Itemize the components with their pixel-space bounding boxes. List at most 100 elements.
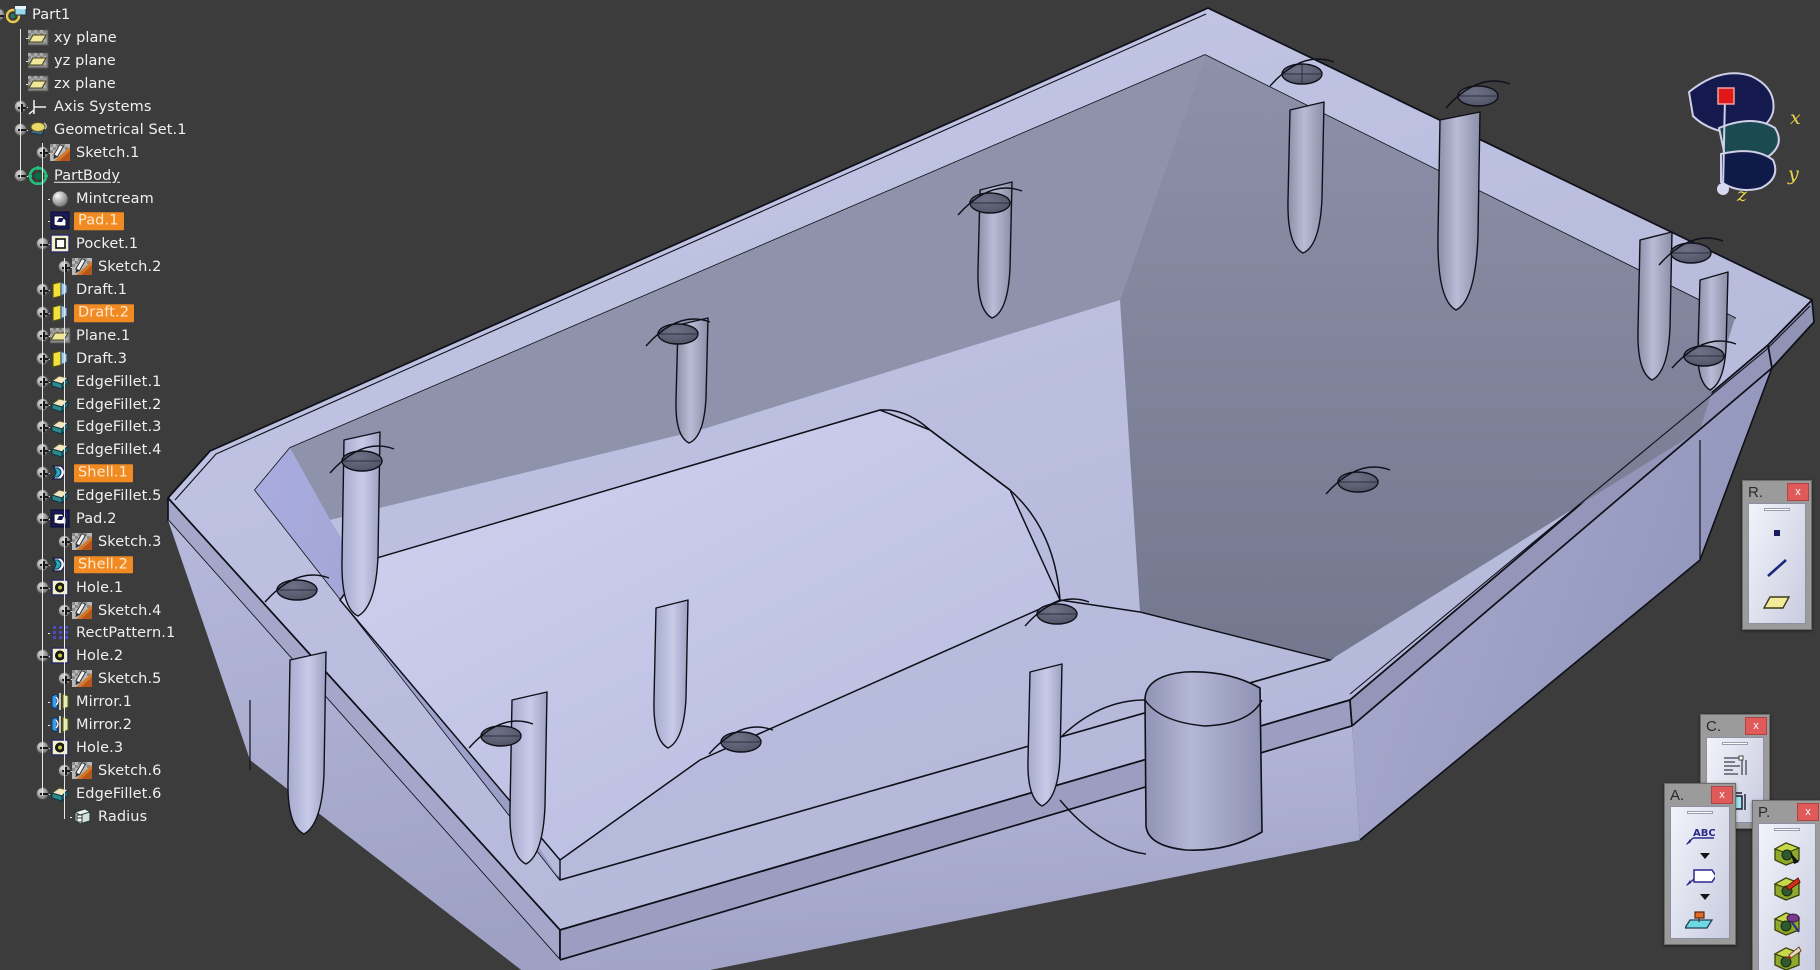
tree-item-rectpattern-1[interactable]: RectPattern.1: [0, 622, 235, 645]
part-icon: [5, 5, 27, 24]
tree-item-hole-2[interactable]: Hole.2: [0, 645, 235, 668]
drag-grip[interactable]: [1764, 508, 1790, 511]
tree-item-plane-1[interactable]: Plane.1: [0, 324, 235, 347]
tree-item-mirror-2[interactable]: Mirror.2: [0, 714, 235, 737]
tree-item-draft-1[interactable]: Draft.1: [0, 279, 235, 302]
tree-item-label: PartBody: [54, 167, 121, 184]
tree-item-label: EdgeFillet.6: [76, 785, 162, 802]
fillet-icon: [50, 784, 71, 803]
toolbar-reference-elements[interactable]: R. x: [1742, 480, 1812, 630]
tree-item-label: Pocket.1: [76, 236, 139, 253]
draft-icon: [50, 303, 71, 322]
toolbar-header[interactable]: A. x: [1665, 784, 1735, 806]
toolbar-title: A.: [1670, 786, 1685, 804]
toolbar-apply-material[interactable]: P. x: [1752, 800, 1820, 970]
chevron-down-icon[interactable]: [1700, 894, 1710, 900]
tree-item-edgefillet-4[interactable]: EdgeFillet.4: [0, 439, 235, 462]
tree-item-yz-plane[interactable]: yz plane: [0, 50, 235, 73]
tree-item-label: Draft.1: [76, 281, 128, 298]
tree-item-label: EdgeFillet.3: [76, 419, 162, 436]
paint-material-icon[interactable]: [1772, 873, 1802, 903]
apply-material-icon[interactable]: [1772, 838, 1802, 868]
tree-item-hole-3[interactable]: Hole.3: [0, 737, 235, 760]
compass-z-label: z: [1736, 184, 1748, 202]
tree-item-sketch-3[interactable]: Sketch.3: [0, 530, 235, 553]
measure-material-icon[interactable]: [1772, 908, 1802, 938]
tree-item-sketch-6[interactable]: Sketch.6: [0, 759, 235, 782]
tree-item-partbody[interactable]: PartBody: [0, 164, 235, 187]
partbody-icon: [28, 165, 49, 185]
tree-item-draft-3[interactable]: Draft.3: [0, 347, 235, 370]
close-icon[interactable]: x: [1745, 717, 1767, 735]
tree-item-label: Sketch.1: [76, 144, 140, 161]
analyze-material-icon[interactable]: [1772, 943, 1802, 970]
drag-grip[interactable]: [1774, 828, 1800, 831]
radius-icon: [72, 807, 93, 826]
tree-item-draft-2[interactable]: Draft.2: [0, 302, 235, 325]
tree-item-axis-systems[interactable]: Axis Systems: [0, 96, 235, 119]
tree-item-sketch-2[interactable]: Sketch.2: [0, 256, 235, 279]
tree-item-label: Draft.3: [76, 350, 128, 367]
drag-grip[interactable]: [1722, 742, 1748, 745]
close-icon[interactable]: x: [1787, 483, 1809, 501]
line-icon[interactable]: [1762, 553, 1792, 583]
tree-item-part1[interactable]: Part1: [0, 4, 235, 27]
annotation-plane-icon[interactable]: [1685, 903, 1715, 933]
flag-note-icon[interactable]: [1685, 862, 1715, 892]
tree-item-hole-1[interactable]: Hole.1: [0, 576, 235, 599]
point-icon[interactable]: [1762, 518, 1792, 548]
tree-item-label: Axis Systems: [54, 98, 152, 115]
specification-tree[interactable]: Part1 xy plane yz plane zx plane Axis System…: [0, 0, 235, 970]
chevron-down-icon[interactable]: [1700, 853, 1710, 859]
tree-item-pad-1[interactable]: Pad.1: [0, 210, 235, 233]
tree-item-label: Pad.2: [76, 510, 117, 527]
toolbar-header[interactable]: P. x: [1753, 801, 1820, 823]
toolbar-header[interactable]: C. x: [1701, 715, 1769, 737]
tree-item-mirror-1[interactable]: Mirror.1: [0, 691, 235, 714]
tree-item-edgefillet-3[interactable]: EdgeFillet.3: [0, 416, 235, 439]
fillet-icon: [50, 395, 71, 414]
tree-item-label: Shell.1: [74, 464, 133, 482]
tree-item-xy-plane[interactable]: xy plane: [0, 27, 235, 50]
tree-item-label: Geometrical Set.1: [54, 121, 187, 138]
tree-item-mintcream[interactable]: Mintcream: [0, 187, 235, 210]
constraint-icon[interactable]: [1720, 752, 1750, 782]
tree-item-zx-plane[interactable]: zx plane: [0, 73, 235, 96]
fillet-icon: [50, 440, 71, 459]
tree-item-edgefillet-2[interactable]: EdgeFillet.2: [0, 393, 235, 416]
tree-item-edgefillet-6[interactable]: EdgeFillet.6: [0, 782, 235, 805]
sketch-icon: [72, 761, 93, 780]
part-model[interactable]: [0, 0, 1820, 970]
tree-item-edgefillet-5[interactable]: EdgeFillet.5: [0, 485, 235, 508]
tree-item-pad-2[interactable]: Pad.2: [0, 508, 235, 531]
tree-item-label: EdgeFillet.4: [76, 442, 162, 459]
collapse-node-icon[interactable]: [0, 8, 5, 22]
draft-icon: [50, 349, 71, 368]
plane-icon[interactable]: [1762, 588, 1792, 618]
tree-item-edgefillet-1[interactable]: EdgeFillet.1: [0, 370, 235, 393]
pad-icon: [50, 211, 71, 230]
text-annotation-icon[interactable]: ABC: [1685, 821, 1715, 851]
drag-grip[interactable]: [1687, 811, 1713, 814]
tree-item-sketch-5[interactable]: Sketch.5: [0, 668, 235, 691]
toolbar-title: P.: [1758, 803, 1771, 821]
tree-item-sketch-1[interactable]: Sketch.1: [0, 141, 235, 164]
tree-item-label: Pad.1: [74, 212, 124, 231]
close-icon[interactable]: x: [1711, 786, 1733, 804]
shell-icon: [50, 463, 71, 482]
toolbar-header[interactable]: R. x: [1743, 481, 1811, 503]
close-icon[interactable]: x: [1797, 803, 1819, 821]
tree-item-sketch-4[interactable]: Sketch.4: [0, 599, 235, 622]
tree-item-label: Hole.2: [76, 648, 124, 665]
sketch-icon: [72, 669, 93, 688]
3d-viewport[interactable]: [0, 0, 1820, 970]
tree-item-shell-1[interactable]: Shell.1: [0, 462, 235, 485]
tree-item-label: yz plane: [54, 52, 116, 69]
tree-item-shell-2[interactable]: Shell.2: [0, 553, 235, 576]
mirror-icon: [50, 715, 71, 734]
tree-item-pocket-1[interactable]: Pocket.1: [0, 233, 235, 256]
tree-item-radius[interactable]: Radius: [0, 805, 235, 828]
view-compass[interactable]: x y z: [1681, 62, 1816, 206]
tree-item-geometrical-set-1[interactable]: Geometrical Set.1: [0, 118, 235, 141]
toolbar-annotations[interactable]: A. x ABC: [1664, 783, 1736, 945]
